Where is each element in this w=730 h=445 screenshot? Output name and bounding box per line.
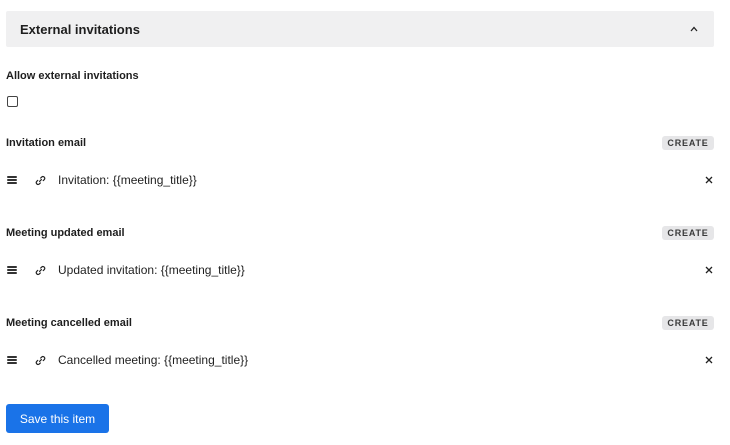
close-icon[interactable] (704, 175, 714, 185)
save-button[interactable]: Save this item (6, 404, 109, 433)
invitation-email-create-button[interactable]: CREATE (662, 136, 714, 150)
invitation-email-item-text[interactable]: Invitation: {{meeting_title}} (58, 173, 197, 187)
meeting-updated-email-item-text[interactable]: Updated invitation: {{meeting_title}} (58, 263, 245, 277)
close-icon[interactable] (704, 265, 714, 275)
panel-header-external-invitations[interactable]: External invitations (6, 11, 714, 47)
allow-external-invitations-checkbox[interactable] (7, 96, 18, 107)
meeting-updated-email-label: Meeting updated email (6, 227, 125, 239)
meeting-cancelled-email-create-button[interactable]: CREATE (662, 316, 714, 330)
link-icon[interactable] (34, 354, 46, 366)
external-invitations-form: External invitations Allow external invi… (0, 0, 730, 445)
close-icon[interactable] (704, 355, 714, 365)
meeting-updated-email-create-button[interactable]: CREATE (662, 226, 714, 240)
link-icon[interactable] (34, 264, 46, 276)
meeting-updated-email-item: Updated invitation: {{meeting_title}} (6, 260, 714, 280)
drag-handle-icon[interactable] (7, 356, 17, 364)
panel-title: External invitations (20, 21, 140, 37)
chevron-up-icon[interactable] (688, 23, 700, 35)
meeting-cancelled-email-label: Meeting cancelled email (6, 317, 132, 329)
meeting-cancelled-email-item: Cancelled meeting: {{meeting_title}} (6, 350, 714, 370)
link-icon[interactable] (34, 174, 46, 186)
drag-handle-icon[interactable] (7, 266, 17, 274)
drag-handle-icon[interactable] (7, 176, 17, 184)
allow-external-invitations-label: Allow external invitations (6, 70, 139, 82)
meeting-cancelled-email-item-text[interactable]: Cancelled meeting: {{meeting_title}} (58, 353, 248, 367)
invitation-email-label: Invitation email (6, 137, 87, 149)
invitation-email-item: Invitation: {{meeting_title}} (6, 170, 714, 190)
